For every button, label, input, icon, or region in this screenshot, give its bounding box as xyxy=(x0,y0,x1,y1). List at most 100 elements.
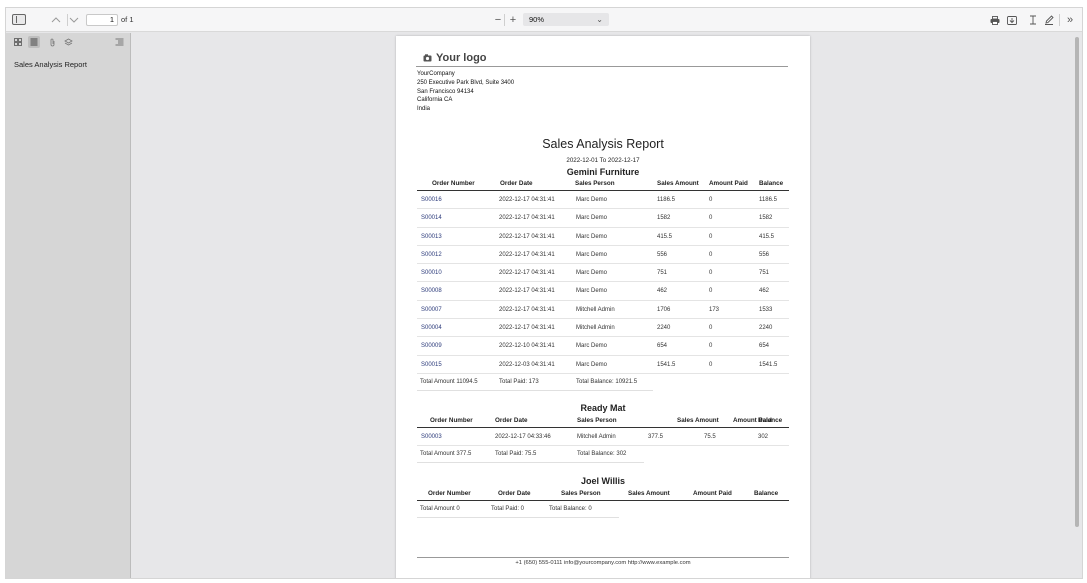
print-button[interactable] xyxy=(989,11,1001,29)
report-date-range: 2022-12-01 To 2022-12-17 xyxy=(566,157,640,164)
scrollbar[interactable] xyxy=(1075,33,1080,578)
table-cell: 0 xyxy=(709,215,713,222)
column-header: Amount Paid xyxy=(693,490,732,497)
order-number-cell[interactable]: S00003 xyxy=(421,434,442,440)
table-cell: Marc Demo xyxy=(576,361,608,368)
column-header: Sales Person xyxy=(577,417,617,424)
camera-icon xyxy=(423,54,432,62)
company-city: San Francisco 94134 xyxy=(417,88,474,95)
table-cell: 654 xyxy=(759,343,770,350)
total-amount: Total Amount 11094.5 xyxy=(420,378,478,385)
thumbnails-view-button[interactable] xyxy=(12,36,24,48)
table-cell: Marc Demo xyxy=(576,197,608,203)
company-state: California CA xyxy=(417,97,453,104)
totals-divider xyxy=(417,517,619,518)
table-cell: 556 xyxy=(759,251,770,258)
pen-icon xyxy=(1045,15,1054,25)
order-number-cell[interactable]: S00015 xyxy=(421,362,442,368)
company-address: YourCompany 250 Executive Park Blvd, Sui… xyxy=(417,70,514,114)
grid-icon xyxy=(14,38,22,46)
table-cell: 2022-12-17 04:31:41 xyxy=(499,233,555,240)
table-header: Order Number Order Date Sales Person Sales … xyxy=(417,416,789,428)
next-page-button[interactable] xyxy=(68,11,80,29)
order-number-cell[interactable]: S00004 xyxy=(421,325,442,331)
viewer-toolbar: 1 of 1 − + 90% ⌄ » xyxy=(6,8,1082,32)
table-row: S00010 2022-12-17 04:31:41 Marc Demo 751 0 75… xyxy=(417,264,789,283)
table-cell: Marc Demo xyxy=(576,233,608,240)
customer-name: Gemini Furniture xyxy=(566,167,640,177)
table-cell: 2022-12-17 04:31:41 xyxy=(499,270,555,277)
footer-divider xyxy=(417,557,789,558)
column-header: Balance xyxy=(758,417,783,424)
table-cell: 2022-12-03 04:31:41 xyxy=(499,361,555,368)
printer-icon xyxy=(990,15,1000,25)
company-country: India xyxy=(417,106,431,113)
table-cell: 2240 xyxy=(759,325,773,332)
draw-tool-button[interactable] xyxy=(1043,11,1055,29)
chevron-up-icon xyxy=(51,17,61,23)
current-outline-item-button[interactable] xyxy=(113,36,125,48)
order-number-cell[interactable]: S00010 xyxy=(421,270,442,276)
page-number-input[interactable]: 1 xyxy=(86,14,118,26)
order-number-cell[interactable]: S00014 xyxy=(421,215,442,221)
layers-icon xyxy=(63,38,73,46)
table-cell: 2022-12-17 04:31:41 xyxy=(499,215,555,222)
outline-item[interactable]: Sales Analysis Report xyxy=(14,60,87,69)
totals-divider xyxy=(417,462,644,464)
outline-find-icon xyxy=(115,38,123,46)
total-amount: Total Amount 377.5 xyxy=(420,451,472,458)
outline-view-button[interactable] xyxy=(28,36,40,48)
order-number-cell[interactable]: S00016 xyxy=(421,197,442,203)
table-cell: 415.5 xyxy=(759,233,775,240)
total-balance: Total Balance: 10921.5 xyxy=(576,378,638,385)
table-cell: Mitchell Admin xyxy=(577,434,616,440)
table-row: S00007 2022-12-17 04:31:41 Mitchell Admin 1… xyxy=(417,301,789,320)
scrollbar-thumb[interactable] xyxy=(1075,37,1079,527)
page-count-label: of 1 xyxy=(121,15,134,24)
order-number-cell[interactable]: S00012 xyxy=(421,252,442,258)
sidebar-toolbar xyxy=(6,33,130,51)
sales-table: Order Number Order Date Sales Person Sales … xyxy=(417,179,789,391)
more-tools-button[interactable]: » xyxy=(1063,11,1077,29)
table-cell: 1533 xyxy=(759,306,773,313)
table-cell: 0 xyxy=(709,288,713,295)
column-header: Sales Person xyxy=(575,180,615,187)
column-header: Order Number xyxy=(428,490,471,497)
text-tool-button[interactable] xyxy=(1027,11,1039,29)
toolbar-divider xyxy=(504,14,505,26)
previous-page-button[interactable] xyxy=(50,11,62,29)
order-number-cell[interactable]: S00013 xyxy=(421,234,442,240)
table-row: S00008 2022-12-17 04:31:41 Marc Demo 462 0 46… xyxy=(417,282,789,301)
table-cell: 0 xyxy=(709,197,713,203)
zoom-out-button[interactable]: − xyxy=(492,11,504,29)
sidebar-toggle-button[interactable] xyxy=(12,14,26,25)
company-street: 250 Executive Park Blvd, Suite 3400 xyxy=(417,79,515,86)
zoom-select[interactable]: 90% ⌄ xyxy=(523,13,609,26)
table-cell: 1186.5 xyxy=(759,197,777,203)
sales-table: Order Number Order Date Sales Person Sales … xyxy=(417,416,789,464)
layers-view-button[interactable] xyxy=(62,36,74,48)
totals-row: Total Amount 377.5 Total Paid: 75.5 Total … xyxy=(417,446,789,464)
order-number-cell[interactable]: S00008 xyxy=(421,288,442,294)
paperclip-icon xyxy=(50,38,54,46)
table-cell: 1186.5 xyxy=(657,197,675,203)
zoom-in-button[interactable]: + xyxy=(507,11,519,29)
table-cell: 1706 xyxy=(657,306,671,313)
table-cell: 2022-12-17 04:31:41 xyxy=(499,251,555,258)
table-cell: 2022-12-17 04:33:46 xyxy=(495,434,551,440)
save-button[interactable] xyxy=(1006,11,1018,29)
table-cell: 302 xyxy=(758,434,769,440)
order-number-cell[interactable]: S00007 xyxy=(421,307,442,313)
table-row: S00013 2022-12-17 04:31:41 Marc Demo 415.5 0… xyxy=(417,228,789,246)
attachments-view-button[interactable] xyxy=(46,36,58,48)
column-header: Amount Paid xyxy=(709,180,748,187)
logo-text: Your logo xyxy=(436,52,487,64)
order-number-cell[interactable]: S00009 xyxy=(421,343,442,349)
table-cell: 377.5 xyxy=(648,434,664,440)
table-row: S00012 2022-12-17 04:31:41 Marc Demo 556 0 55… xyxy=(417,246,789,265)
total-balance: Total Balance: 302 xyxy=(577,451,627,458)
table-cell: 0 xyxy=(709,361,713,368)
table-row: S00004 2022-12-17 04:31:41 Mitchell Admin 2… xyxy=(417,319,789,338)
table-cell: 751 xyxy=(759,270,770,277)
text-cursor-icon xyxy=(1030,15,1036,25)
